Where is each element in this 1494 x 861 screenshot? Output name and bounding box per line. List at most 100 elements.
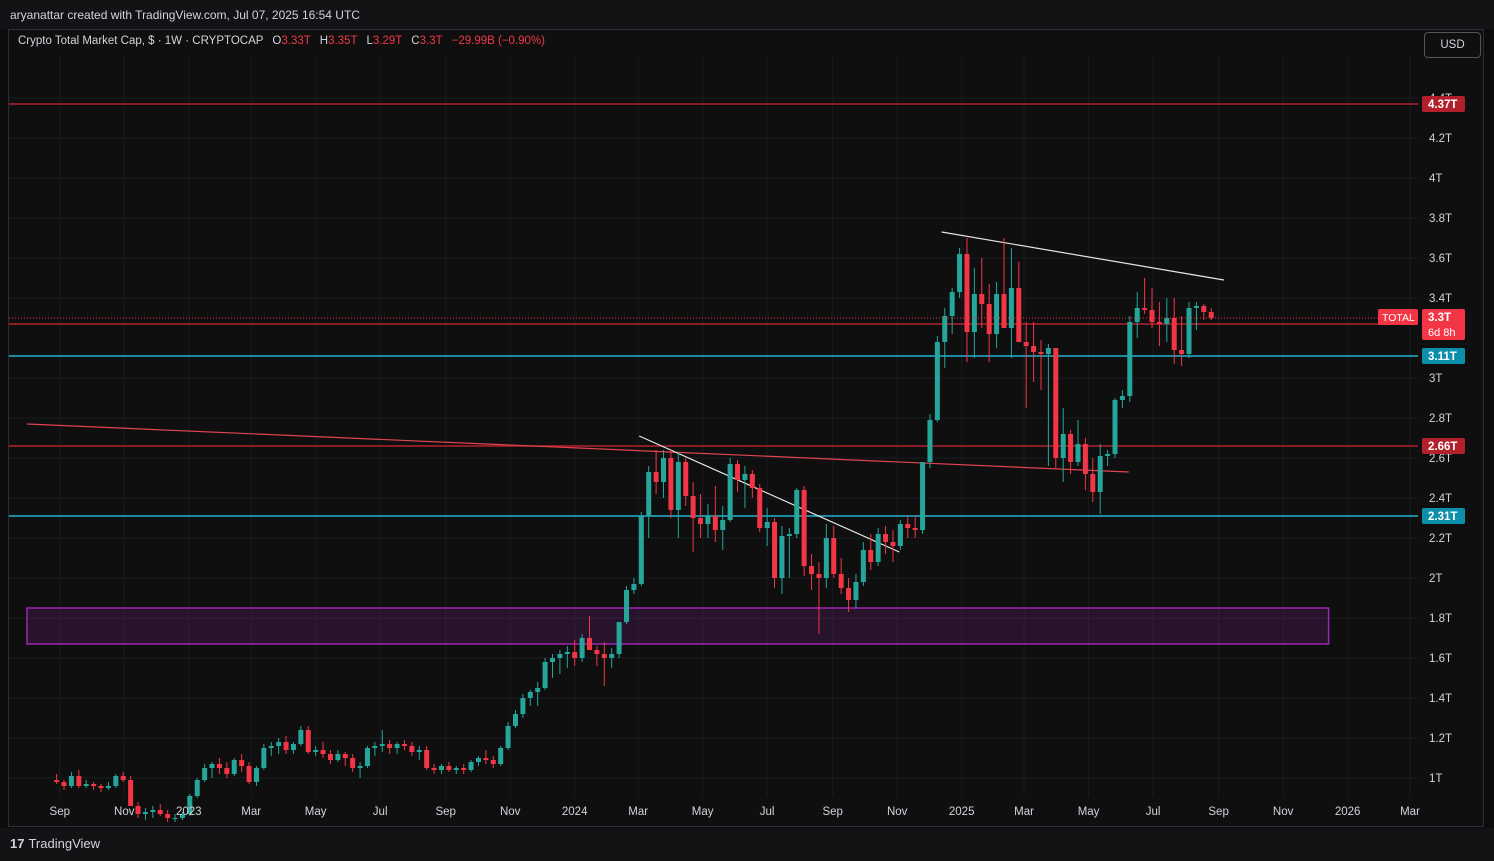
candle-body xyxy=(1068,434,1074,462)
candle-body xyxy=(350,758,356,768)
candle xyxy=(735,460,741,492)
y-tick-label: 1.8T xyxy=(1429,613,1452,625)
candle-body xyxy=(1060,434,1066,458)
candle xyxy=(875,528,881,566)
candle-body xyxy=(202,768,208,780)
candle-body xyxy=(868,550,874,562)
candle xyxy=(646,466,652,538)
candle-body xyxy=(268,746,274,748)
x-tick-label: Mar xyxy=(1400,806,1420,818)
x-tick-label: Jul xyxy=(760,806,775,818)
x-tick-label: Sep xyxy=(822,806,842,818)
candle-body xyxy=(313,750,319,752)
candle xyxy=(616,622,622,658)
candle-body xyxy=(957,254,963,292)
candle-body xyxy=(564,652,570,654)
candle-body xyxy=(749,474,755,488)
candle xyxy=(1149,288,1155,328)
price-tag: 3.3T 6d 8h xyxy=(1422,309,1465,340)
candle-body xyxy=(594,650,600,654)
candle-body xyxy=(772,522,778,578)
candle-body xyxy=(1023,342,1029,346)
candle xyxy=(298,726,304,746)
y-tick-label: 3.4T xyxy=(1429,293,1452,305)
candle xyxy=(61,780,67,790)
candle-body xyxy=(1208,312,1214,318)
candle xyxy=(1075,420,1081,466)
candle xyxy=(512,710,518,728)
candle xyxy=(290,742,296,754)
candle-body xyxy=(54,780,60,782)
candle xyxy=(305,726,311,754)
candle xyxy=(320,742,326,758)
candle xyxy=(224,762,230,778)
candle-body xyxy=(742,474,748,480)
candle-body xyxy=(231,760,237,774)
x-tick-label: Mar xyxy=(628,806,648,818)
tradingview-logo-text: TradingView xyxy=(28,836,101,851)
candle xyxy=(690,482,696,552)
candle xyxy=(1119,390,1125,408)
candle xyxy=(468,760,474,772)
level-label: 2.66T xyxy=(1422,438,1465,454)
y-tick-label: 1.2T xyxy=(1429,733,1452,745)
candle-body xyxy=(246,766,252,782)
support-zone xyxy=(26,607,1330,645)
candle xyxy=(860,542,866,586)
x-tick-label: Jul xyxy=(373,806,388,818)
x-tick-label: 2024 xyxy=(562,806,588,818)
x-tick-label: May xyxy=(692,806,714,818)
candle xyxy=(912,516,918,538)
candle xyxy=(638,512,644,586)
candle-body xyxy=(276,742,282,746)
candle-body xyxy=(720,520,726,530)
open-value: 3.33T xyxy=(281,35,311,47)
y-tick-label: 3.6T xyxy=(1429,253,1452,265)
candle-body xyxy=(83,784,89,786)
candle xyxy=(831,526,837,578)
candle xyxy=(668,450,674,518)
candle xyxy=(165,810,171,822)
candle-body xyxy=(209,764,215,768)
candle xyxy=(357,762,363,778)
candle-body xyxy=(379,744,385,746)
y-tick-label: 1.4T xyxy=(1429,693,1452,705)
candle-body xyxy=(438,766,444,770)
candle-body xyxy=(342,754,348,758)
price-chart[interactable]: 1T 1.2T 1.4T 1.6T 1.8T 2T 2.2T 2.4T 2.6T 2.8T 3T 3.… xyxy=(0,0,1494,861)
candle-body xyxy=(431,768,437,770)
candle xyxy=(971,268,977,358)
candle-body xyxy=(646,472,652,516)
candle-body xyxy=(113,776,119,786)
candle-body xyxy=(927,420,933,462)
candle-body xyxy=(1075,444,1081,462)
candle xyxy=(757,484,763,532)
candle xyxy=(846,578,852,612)
candle-body xyxy=(298,730,304,744)
candle xyxy=(942,308,948,368)
candle xyxy=(268,742,274,756)
symbol-tag-text: TOTAL xyxy=(1382,312,1415,324)
x-tick-label: Jul xyxy=(1146,806,1161,818)
candle xyxy=(194,778,200,798)
candle-body xyxy=(875,534,881,562)
candle-body xyxy=(535,688,541,692)
currency-button[interactable]: USD xyxy=(1424,32,1481,58)
candle xyxy=(1001,238,1007,328)
candle xyxy=(838,558,844,594)
candle-body xyxy=(1097,456,1103,492)
candle-body xyxy=(638,516,644,584)
candle xyxy=(105,782,111,790)
candle-body xyxy=(68,776,74,786)
candle xyxy=(809,554,815,590)
time-axis: Sep Nov 2023 Mar May Jul Sep Nov 2024 Mar May Jul Se… xyxy=(50,806,1421,818)
candle-body xyxy=(416,750,422,752)
candle-body xyxy=(1045,348,1051,354)
y-tick-label: 3T xyxy=(1429,373,1442,385)
tradingview-logo[interactable]: 17 TradingView xyxy=(10,836,100,851)
candle-body xyxy=(912,528,918,530)
candle-body xyxy=(1001,294,1007,328)
candle-body xyxy=(253,768,259,782)
price-tag-countdown: 6d 8h xyxy=(1428,327,1456,339)
candle xyxy=(927,414,933,468)
